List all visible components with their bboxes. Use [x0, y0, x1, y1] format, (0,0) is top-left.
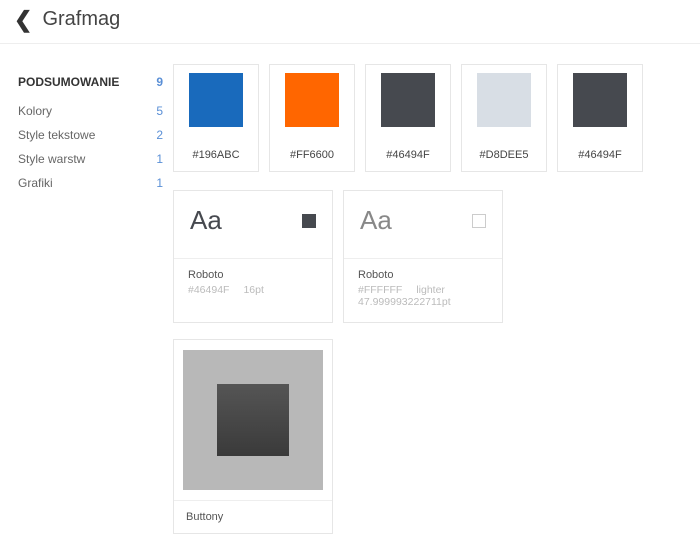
main: #196ABC #FF6600 #46494F #D8DEE5 #46494F — [173, 64, 700, 534]
color-swatch — [477, 73, 531, 127]
back-icon[interactable]: ❮ — [14, 9, 32, 31]
font-name: Roboto — [188, 269, 318, 281]
layer-inner-box — [217, 384, 289, 456]
color-swatch — [573, 73, 627, 127]
header: ❮ Grafmag — [0, 0, 700, 44]
page-title: Grafmag — [42, 8, 120, 31]
text-color-swatch — [302, 214, 316, 228]
sidebar-item-count: 1 — [156, 152, 163, 166]
content: PODSUMOWANIE 9 Kolory 5 Style tekstowe 2… — [0, 44, 700, 534]
color-card[interactable]: #196ABC — [173, 64, 259, 172]
color-label: #46494F — [366, 149, 450, 161]
color-swatch — [285, 73, 339, 127]
font-name: Roboto — [358, 269, 488, 281]
sidebar-item-label: Style tekstowe — [18, 128, 95, 142]
sidebar-item-layerstyles[interactable]: Style warstw 1 — [18, 147, 173, 171]
font-size: 16pt — [243, 284, 263, 296]
color-card[interactable]: #46494F — [365, 64, 451, 172]
sidebar-summary-count: 9 — [156, 75, 163, 89]
layer-preview — [183, 350, 323, 490]
text-sample: Aa — [190, 205, 222, 236]
text-sample: Aa — [360, 205, 392, 236]
text-card-meta: Roboto #FFFFFF lighter 47.999993222711pt — [344, 259, 502, 322]
sidebar-item-textstyles[interactable]: Style tekstowe 2 — [18, 123, 173, 147]
sidebar-item-count: 1 — [156, 176, 163, 190]
color-card[interactable]: #46494F — [557, 64, 643, 172]
color-swatch — [381, 73, 435, 127]
colors-row: #196ABC #FF6600 #46494F #D8DEE5 #46494F — [173, 64, 690, 172]
color-label: #46494F — [558, 149, 642, 161]
font-color: #46494F — [188, 284, 229, 296]
color-label: #FF6600 — [270, 149, 354, 161]
color-card[interactable]: #D8DEE5 — [461, 64, 547, 172]
font-weight: lighter — [416, 284, 445, 296]
sidebar-summary[interactable]: PODSUMOWANIE 9 — [18, 70, 173, 99]
text-card-preview: Aa — [174, 191, 332, 259]
text-style-card[interactable]: Aa Roboto #FFFFFF lighter 47.99999322271… — [343, 190, 503, 323]
layer-style-name: Buttony — [174, 500, 332, 533]
font-color: #FFFFFF — [358, 284, 402, 296]
sidebar-item-label: Kolory — [18, 104, 52, 118]
color-label: #196ABC — [174, 149, 258, 161]
sidebar-item-count: 2 — [156, 128, 163, 142]
sidebar-item-label: Grafiki — [18, 176, 53, 190]
text-style-card[interactable]: Aa Roboto #46494F 16pt — [173, 190, 333, 323]
sidebar-item-colors[interactable]: Kolory 5 — [18, 99, 173, 123]
sidebar-summary-label: PODSUMOWANIE — [18, 75, 119, 89]
sidebar-item-graphics[interactable]: Grafiki 1 — [18, 171, 173, 195]
sidebar-item-label: Style warstw — [18, 152, 85, 166]
text-card-preview: Aa — [344, 191, 502, 259]
color-swatch — [189, 73, 243, 127]
text-card-meta: Roboto #46494F 16pt — [174, 259, 332, 310]
color-card[interactable]: #FF6600 — [269, 64, 355, 172]
font-size: 47.999993222711pt — [358, 296, 451, 308]
layer-styles-row: Buttony — [173, 339, 690, 534]
color-label: #D8DEE5 — [462, 149, 546, 161]
text-color-swatch — [472, 214, 486, 228]
sidebar-item-count: 5 — [156, 104, 163, 118]
text-styles-row: Aa Roboto #46494F 16pt Aa Roboto — [173, 190, 690, 323]
layer-style-card[interactable]: Buttony — [173, 339, 333, 534]
sidebar: PODSUMOWANIE 9 Kolory 5 Style tekstowe 2… — [18, 64, 173, 534]
